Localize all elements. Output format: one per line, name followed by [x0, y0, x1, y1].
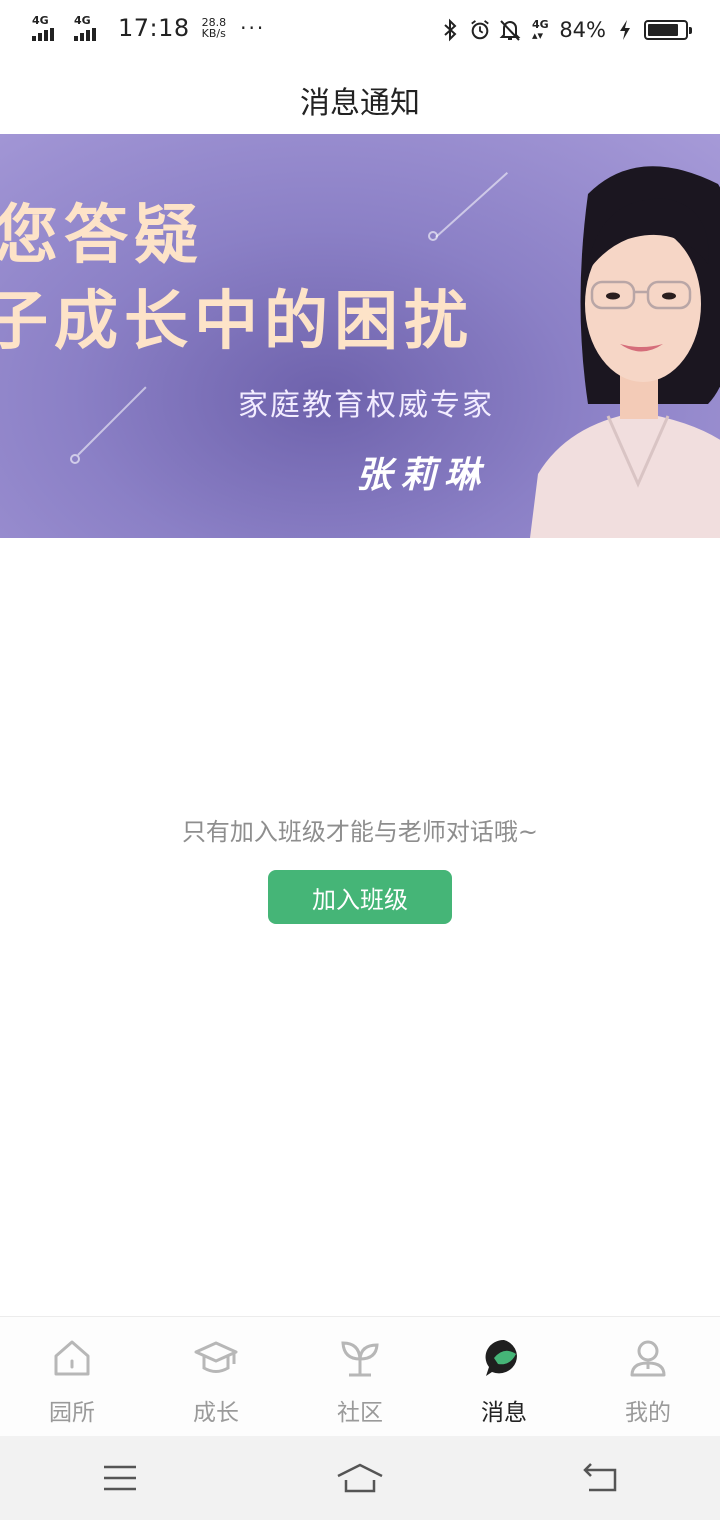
decor-line: [435, 172, 509, 238]
network-speed: 28.8 KB/s: [202, 17, 227, 39]
decor-node-2: [70, 454, 80, 464]
join-class-button[interactable]: 加入班级: [268, 870, 452, 924]
tab-me[interactable]: 我的: [576, 1317, 720, 1436]
network-icon: 4G ▴▾: [531, 18, 549, 42]
alarm-icon: [469, 18, 491, 42]
page-title: 消息通知: [300, 86, 420, 121]
header: 消息通知: [0, 66, 720, 134]
house-icon: [49, 1335, 95, 1381]
tab-messages[interactable]: 消息: [432, 1317, 576, 1436]
charging-icon: [614, 18, 636, 42]
decor-line-2: [77, 386, 147, 456]
home-icon[interactable]: [330, 1448, 390, 1508]
banner-expert-name: 张莉琳: [356, 455, 489, 496]
bottom-tab-bar: 园所 成长 社区 消息 我的: [0, 1316, 720, 1436]
promo-banner[interactable]: 您答疑 子成长中的困扰 家庭教育权威专家 张莉琳: [0, 134, 720, 538]
tab-growth[interactable]: 成长: [144, 1317, 288, 1436]
signal-icon-2: 4G: [74, 15, 108, 41]
graduation-cap-icon: [193, 1335, 239, 1381]
network-type-1: 4G: [32, 14, 49, 27]
mute-icon: [499, 18, 521, 42]
battery-icon: [644, 20, 692, 40]
empty-state-message: 只有加入班级才能与老师对话哦~: [181, 818, 539, 846]
system-navigation-bar: [0, 1436, 720, 1520]
banner-subtitle: 家庭教育权威专家: [238, 388, 494, 423]
tab-label: 成长: [193, 1400, 239, 1426]
chat-bubble-icon: [481, 1335, 527, 1381]
tab-kindergarten[interactable]: 园所: [0, 1317, 144, 1436]
tab-label: 消息: [481, 1400, 527, 1426]
tab-label: 园所: [49, 1400, 95, 1426]
more-notifications-icon: ···: [240, 16, 266, 40]
back-icon[interactable]: [570, 1448, 630, 1508]
decor-node: [428, 231, 438, 241]
tab-label: 社区: [337, 1400, 383, 1426]
banner-headline-1: 您答疑: [0, 199, 204, 273]
clock: 17:18: [118, 14, 190, 42]
banner-headline-2: 子成长中的困扰: [0, 285, 474, 359]
menu-icon[interactable]: [90, 1448, 150, 1508]
tab-community[interactable]: 社区: [288, 1317, 432, 1436]
sprout-icon: [337, 1335, 383, 1381]
person-icon: [625, 1335, 671, 1381]
status-bar: 4G 4G 17:18 28.8 KB/s ··· 4G ▴▾ 84%: [0, 0, 720, 66]
tab-label: 我的: [625, 1400, 671, 1426]
battery-percent: 84%: [559, 18, 606, 42]
expert-portrait-image: [530, 166, 720, 538]
speed-unit: KB/s: [201, 27, 226, 40]
bluetooth-icon: [439, 18, 461, 42]
network-type-2: 4G: [74, 14, 91, 27]
signal-icon: 4G: [32, 15, 66, 41]
